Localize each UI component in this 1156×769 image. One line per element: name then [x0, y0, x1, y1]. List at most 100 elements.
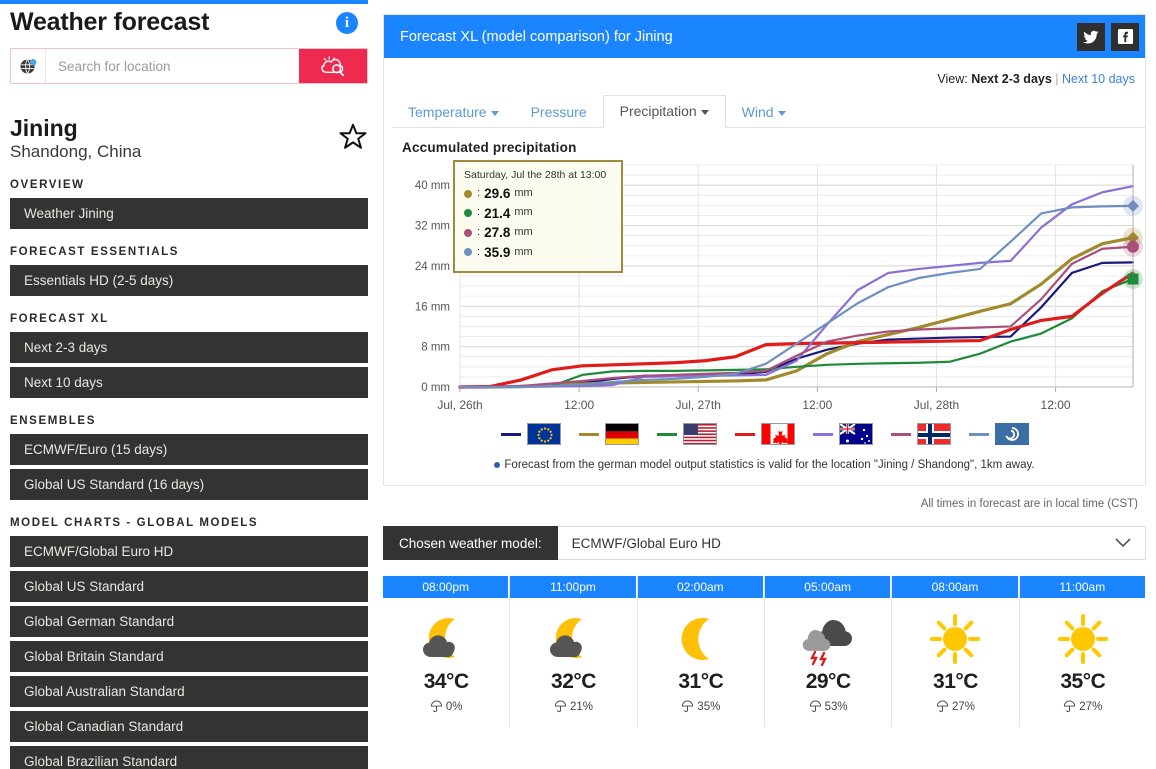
search-button[interactable] [299, 49, 367, 83]
view-switcher: View: Next 2-3 days | Next 10 days [384, 58, 1145, 86]
chevron-down-icon [490, 110, 499, 116]
legend-item[interactable] [656, 423, 717, 445]
umbrella-icon [809, 700, 821, 713]
hourly-precipitation-probability: 27% [892, 700, 1018, 713]
precipitation-chart[interactable]: 0 mm 8 mm 16 mm 24 mm 32 mm 40 mm Jul, 26th 12:… [388, 155, 1143, 417]
main-content: Forecast XL (model comparison) for Jinin… [380, 0, 1156, 769]
search-input[interactable] [46, 49, 299, 83]
umbrella-icon [936, 700, 949, 713]
x-axis-tick-label: 12:00 [802, 398, 832, 412]
tooltip-row: :35.9 mm [464, 243, 612, 263]
tooltip-row: :27.8 mm [464, 223, 612, 243]
tab-wind[interactable]: Wind [726, 97, 802, 128]
sidebar-item-next-10-days[interactable]: Next 10 days [10, 367, 368, 399]
tab-temperature[interactable]: Temperature [392, 97, 515, 128]
legend-item[interactable] [578, 423, 639, 445]
tooltip-unit: mm [514, 245, 533, 258]
hourly-forecast-column[interactable]: 11:00am 35°C 27% [1019, 576, 1146, 727]
app-root: Weather forecast i Search for location J… [0, 0, 1156, 769]
hourly-temperature: 31°C [678, 670, 724, 693]
hourly-forecast-column[interactable]: 11:00pm 32°C 21% [510, 576, 638, 727]
chart-data-marker [1127, 273, 1139, 285]
thunderstorm-icon [765, 608, 891, 670]
hourly-temperature: 31°C [933, 670, 978, 693]
hourly-rain-percent: 27% [1079, 700, 1103, 713]
model-selector: Chosen weather model: ECMWF/Global Euro … [383, 526, 1146, 560]
legend-item[interactable] [500, 423, 561, 445]
info-icon[interactable]: i [336, 12, 358, 34]
sidebar-item-global-german-standard[interactable]: Global German Standard [10, 606, 368, 638]
sidebar-item-global-britain-standard[interactable]: Global Britain Standard [10, 641, 368, 673]
sidebar-item-global-us-standard[interactable]: Global US Standard [10, 571, 368, 603]
sidebar-item-ecmwf-global-euro-hd[interactable]: ECMWF/Global Euro HD [10, 536, 368, 568]
model-selector-label: Chosen weather model: [383, 526, 558, 560]
footnote-text: Forecast from the german model output st… [504, 459, 1035, 471]
sidebar-item-weather-jining[interactable]: Weather Jining [10, 198, 368, 230]
sidebar-item-global-canadian-standard[interactable]: Global Canadian Standard [10, 711, 368, 743]
tab-pressure[interactable]: Pressure [515, 97, 603, 128]
legend-color-line-icon [656, 432, 677, 436]
legend-item[interactable] [968, 423, 1029, 445]
umbrella-icon [430, 700, 442, 713]
view-separator: | [1055, 72, 1059, 86]
legend-item[interactable] [812, 423, 873, 445]
legend-color-line-icon [734, 432, 755, 436]
sidebar-item-essentials-hd-2-5-days[interactable]: Essentials HD (2-5 days) [10, 265, 368, 297]
sidebar-item-global-brazilian-standard[interactable]: Global Brazilian Standard [10, 746, 368, 769]
sidebar-menu: OVERVIEW Weather Jining FORECAST ESSENTIAL… [0, 179, 380, 769]
hourly-time-label: 08:00pm [383, 576, 510, 598]
card-header: Forecast XL (model comparison) for Jinin… [384, 15, 1145, 58]
sidebar-item-global-us-standard-16-days[interactable]: Global US Standard (16 days) [10, 469, 368, 501]
tooltip-row: :29.6 mm [464, 184, 612, 204]
favorite-star-icon[interactable] [338, 122, 368, 157]
tooltip-colon: : [477, 225, 481, 238]
sidebar-section-heading: MODEL CHARTS - GLOBAL MODELS [10, 517, 259, 530]
tab-label: Wind [741, 104, 774, 120]
x-axis-tick-label: Jul, 27th [676, 398, 721, 412]
sidebar-header: Weather forecast i [0, 4, 368, 37]
facebook-icon[interactable] [1111, 22, 1139, 51]
sidebar-section-heading: OVERVIEW [10, 179, 85, 192]
city-name: Jining [10, 115, 78, 141]
hourly-rain-percent: 27% [951, 700, 975, 713]
hourly-rain-percent: 35% [697, 700, 721, 713]
hourly-forecast-column[interactable]: 08:00am 31°C 27% [892, 576, 1020, 727]
model-selector-dropdown[interactable]: ECMWF/Global Euro HD [557, 526, 1146, 560]
twitter-icon[interactable] [1077, 22, 1105, 51]
current-location: Jining Shandong, China [10, 116, 368, 162]
tooltip-value: 21.4 [484, 205, 511, 221]
chart-data-marker [1127, 240, 1139, 253]
sidebar-item-global-australian-standard[interactable]: Global Australian Standard [10, 676, 368, 708]
legend-color-line-icon [968, 432, 989, 436]
sidebar-item-next-2-3-days[interactable]: Next 2-3 days [10, 332, 368, 364]
tab-precipitation[interactable]: Precipitation [602, 95, 726, 128]
y-axis-tick-label: 0 mm [421, 382, 450, 394]
flag-ca-icon [760, 423, 795, 445]
tab-label: Temperature [408, 104, 487, 120]
flag-no-icon [916, 423, 951, 445]
hourly-time-label: 11:00pm [510, 576, 637, 598]
x-axis-tick-label: 12:00 [564, 398, 594, 412]
hourly-precipitation-probability: 21% [510, 700, 636, 713]
chart-title: Accumulated precipitation [402, 140, 577, 155]
sidebar-section-heading: FORECAST ESSENTIALS [10, 246, 180, 259]
sidebar-item-ecmwf-euro-15-days[interactable]: ECMWF/Euro (15 days) [10, 434, 368, 466]
hourly-forecast-column[interactable]: 02:00am 31°C 35% [637, 576, 765, 727]
y-axis-tick-label: 8 mm [421, 342, 450, 354]
legend-color-line-icon [890, 432, 911, 436]
globe-icon[interactable] [11, 49, 46, 83]
hourly-forecast-column[interactable]: 08:00pm 34°C 0% [383, 576, 511, 727]
moon-cloud-icon [510, 608, 636, 670]
tooltip-unit: mm [514, 225, 533, 238]
tooltip-value: 27.8 [484, 225, 511, 241]
series-color-dot-icon [464, 209, 472, 218]
legend-item[interactable] [890, 423, 951, 445]
view-link-next10[interactable]: Next 10 days [1062, 72, 1135, 86]
sidebar-section-heading: ENSEMBLES [10, 415, 96, 428]
y-axis-tick-label: 32 mm [415, 221, 450, 233]
x-axis-tick-label: 12:00 [1041, 398, 1071, 412]
legend-item[interactable] [734, 423, 795, 445]
hourly-forecast-column[interactable]: 05:00am 29°C 53% [764, 576, 893, 727]
series-color-dot-icon [464, 189, 472, 198]
y-axis-tick-label: 16 mm [415, 301, 450, 313]
